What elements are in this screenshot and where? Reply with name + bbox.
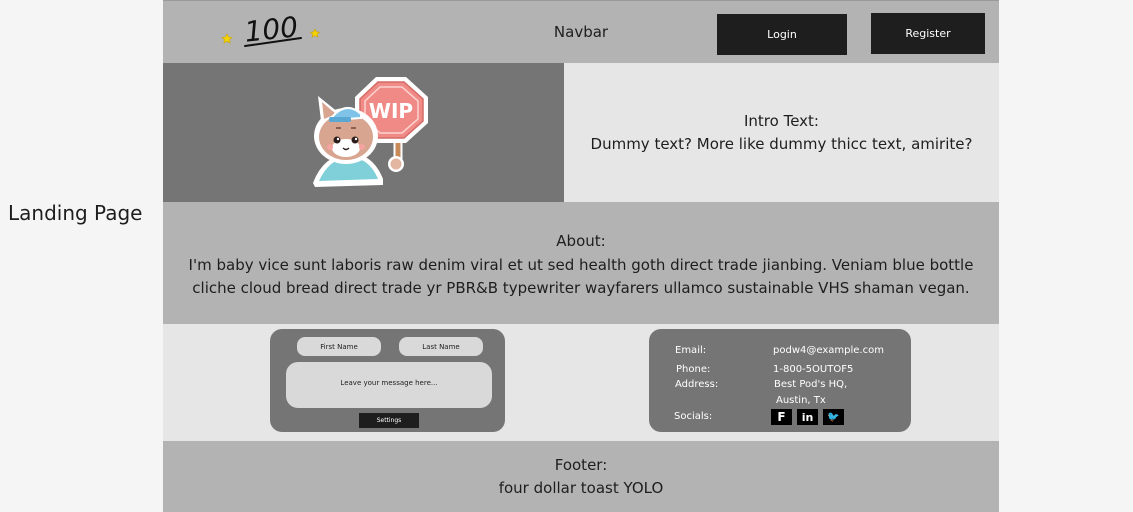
- socials-label: Socials:: [674, 411, 713, 422]
- phone-value[interactable]: 1-800-5OUTOF5: [773, 364, 853, 375]
- address-line-1: Best Pod's HQ,: [774, 379, 848, 390]
- linkedin-icon[interactable]: in: [797, 409, 818, 425]
- about-section: About: I'm baby vice sunt laboris raw de…: [163, 202, 999, 324]
- wip-sign-text: WIP: [369, 99, 413, 123]
- sparkle-icon: [309, 28, 321, 38]
- contact-section: Settings Email: podw4@example.com Phone:…: [163, 324, 999, 441]
- last-name-input[interactable]: [399, 337, 483, 356]
- hero-image-panel: WIP: [163, 63, 564, 202]
- contact-info-card: Email: podw4@example.com Phone: 1-800-5O…: [649, 329, 911, 432]
- footer-text: four dollar toast YOLO: [498, 479, 664, 497]
- facebook-icon[interactable]: F: [771, 409, 792, 425]
- first-name-input[interactable]: [297, 337, 381, 356]
- footer: Footer: four dollar toast YOLO: [163, 441, 999, 512]
- twitter-icon[interactable]: 🐦: [823, 409, 844, 425]
- sparkle-icon: [221, 33, 233, 44]
- about-title: About:: [556, 232, 606, 250]
- navbar: 100 Navbar Login Register: [163, 0, 999, 63]
- phone-label: Phone:: [676, 364, 711, 375]
- intro-panel: Intro Text: Dummy text? More like dummy …: [564, 63, 999, 202]
- email-value[interactable]: podw4@example.com: [773, 345, 884, 356]
- wip-cat-sticker: WIP: [313, 77, 428, 187]
- about-text: I'm baby vice sunt laboris raw denim vir…: [188, 256, 974, 297]
- email-label: Email:: [675, 345, 707, 356]
- footer-title: Footer:: [554, 456, 608, 474]
- address-label: Address:: [675, 379, 719, 390]
- hundred-emoji-logo[interactable]: 100: [221, 9, 321, 55]
- intro-text: Dummy text? More like dummy thicc text, …: [590, 135, 973, 153]
- intro-title: Intro Text:: [744, 112, 819, 130]
- page-label: Landing Page: [8, 201, 143, 225]
- contact-form-card: Settings: [270, 329, 505, 432]
- navbar-title: Navbar: [553, 23, 609, 41]
- settings-button[interactable]: Settings: [359, 413, 419, 428]
- wireframe: 100 Navbar Login Register WIP Intro Text…: [163, 0, 999, 512]
- address-line-2: Austin, Tx: [776, 395, 826, 406]
- message-textarea[interactable]: [286, 362, 492, 408]
- register-button[interactable]: Register: [871, 13, 985, 54]
- login-button[interactable]: Login: [717, 14, 847, 55]
